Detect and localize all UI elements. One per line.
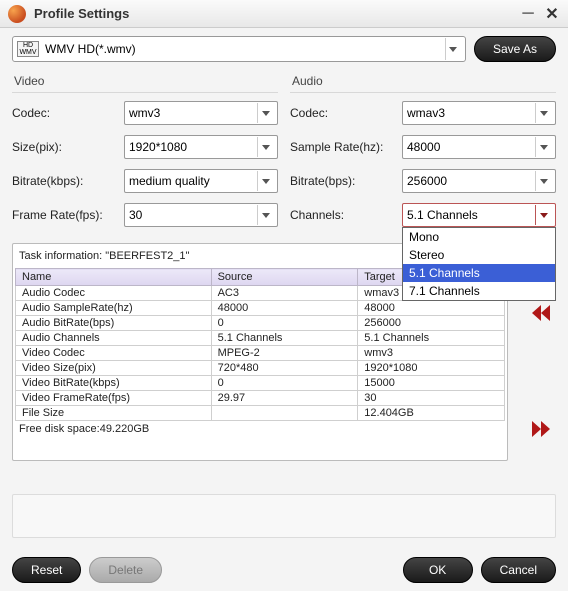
- video-size-select[interactable]: 1920*1080: [124, 135, 278, 159]
- video-size-value: 1920*1080: [129, 140, 257, 154]
- audio-samplerate-value: 48000: [407, 140, 535, 154]
- video-framerate-value: 30: [129, 208, 257, 222]
- chevron-down-icon: [257, 171, 273, 191]
- video-bitrate-value: medium quality: [129, 174, 257, 188]
- channels-option-5-1[interactable]: 5.1 Channels: [403, 264, 555, 282]
- table-row: Video FrameRate(fps)29.9730: [16, 391, 505, 406]
- window-title: Profile Settings: [34, 6, 512, 21]
- audio-bitrate-value: 256000: [407, 174, 535, 188]
- col-source[interactable]: Source: [211, 269, 358, 286]
- save-as-button[interactable]: Save As: [474, 36, 556, 62]
- minimize-button[interactable]: ─: [520, 6, 536, 22]
- audio-channels-value: 5.1 Channels: [407, 208, 535, 222]
- chevron-down-icon: [257, 137, 273, 157]
- free-disk-space: Free disk space:49.220GB: [15, 421, 505, 437]
- audio-samplerate-label: Sample Rate(hz):: [290, 140, 402, 154]
- cancel-button[interactable]: Cancel: [481, 557, 556, 583]
- table-row: Audio BitRate(bps)0256000: [16, 316, 505, 331]
- table-row: File Size12.404GB: [16, 406, 505, 421]
- prev-button[interactable]: [526, 300, 556, 326]
- delete-button: Delete: [89, 557, 162, 583]
- chevron-down-icon: [445, 38, 461, 60]
- audio-title: Audio: [290, 70, 556, 93]
- channels-option-mono[interactable]: Mono: [403, 228, 555, 246]
- chevron-down-icon: [535, 205, 551, 225]
- video-size-label: Size(pix):: [12, 140, 124, 154]
- audio-codec-select[interactable]: wmav3: [402, 101, 556, 125]
- empty-panel: [12, 494, 556, 538]
- profile-value: WMV HD(*.wmv): [45, 42, 445, 56]
- titlebar: Profile Settings ─ ✕: [0, 0, 568, 28]
- audio-section: Audio Codec: wmav3 Sample Rate(hz): 4800…: [290, 70, 556, 237]
- ok-button[interactable]: OK: [403, 557, 473, 583]
- table-row: Video CodecMPEG-2wmv3: [16, 346, 505, 361]
- settings-sections: Video Codec: wmv3 Size(pix): 1920*1080 B…: [0, 66, 568, 237]
- video-title: Video: [12, 70, 278, 93]
- video-codec-value: wmv3: [129, 106, 257, 120]
- table-row: Audio Channels5.1 Channels5.1 Channels: [16, 331, 505, 346]
- audio-bitrate-select[interactable]: 256000: [402, 169, 556, 193]
- audio-channels-dropdown: Mono Stereo 5.1 Channels 7.1 Channels: [402, 227, 556, 301]
- table-row: Audio SampleRate(hz)4800048000: [16, 301, 505, 316]
- video-codec-select[interactable]: wmv3: [124, 101, 278, 125]
- chevron-down-icon: [535, 137, 551, 157]
- video-framerate-select[interactable]: 30: [124, 203, 278, 227]
- footer: Reset Delete OK Cancel: [0, 557, 568, 583]
- chevron-down-icon: [535, 171, 551, 191]
- chevron-down-icon: [257, 103, 273, 123]
- close-button[interactable]: ✕: [544, 6, 560, 22]
- side-nav: [526, 300, 556, 442]
- chevron-down-icon: [257, 205, 273, 225]
- channels-option-7-1[interactable]: 7.1 Channels: [403, 282, 555, 300]
- video-bitrate-select[interactable]: medium quality: [124, 169, 278, 193]
- audio-channels-select[interactable]: 5.1 Channels Mono Stereo 5.1 Channels 7.…: [402, 203, 556, 227]
- video-section: Video Codec: wmv3 Size(pix): 1920*1080 B…: [12, 70, 278, 237]
- audio-codec-value: wmav3: [407, 106, 535, 120]
- next-button[interactable]: [526, 416, 556, 442]
- table-row: Video BitRate(kbps)015000: [16, 376, 505, 391]
- audio-codec-label: Codec:: [290, 106, 402, 120]
- profile-row: HD WMV WMV HD(*.wmv) Save As: [0, 28, 568, 66]
- double-left-icon: [532, 305, 550, 321]
- app-icon: [8, 5, 26, 23]
- reset-button[interactable]: Reset: [12, 557, 81, 583]
- channels-option-stereo[interactable]: Stereo: [403, 246, 555, 264]
- double-right-icon: [532, 421, 550, 437]
- video-bitrate-label: Bitrate(kbps):: [12, 174, 124, 188]
- video-framerate-label: Frame Rate(fps):: [12, 208, 124, 222]
- audio-samplerate-select[interactable]: 48000: [402, 135, 556, 159]
- chevron-down-icon: [535, 103, 551, 123]
- profile-select[interactable]: HD WMV WMV HD(*.wmv): [12, 36, 466, 62]
- audio-bitrate-label: Bitrate(bps):: [290, 174, 402, 188]
- video-codec-label: Codec:: [12, 106, 124, 120]
- table-row: Video Size(pix)720*4801920*1080: [16, 361, 505, 376]
- audio-channels-label: Channels:: [290, 208, 402, 222]
- col-name[interactable]: Name: [16, 269, 212, 286]
- wmv-hd-icon: HD WMV: [17, 41, 39, 57]
